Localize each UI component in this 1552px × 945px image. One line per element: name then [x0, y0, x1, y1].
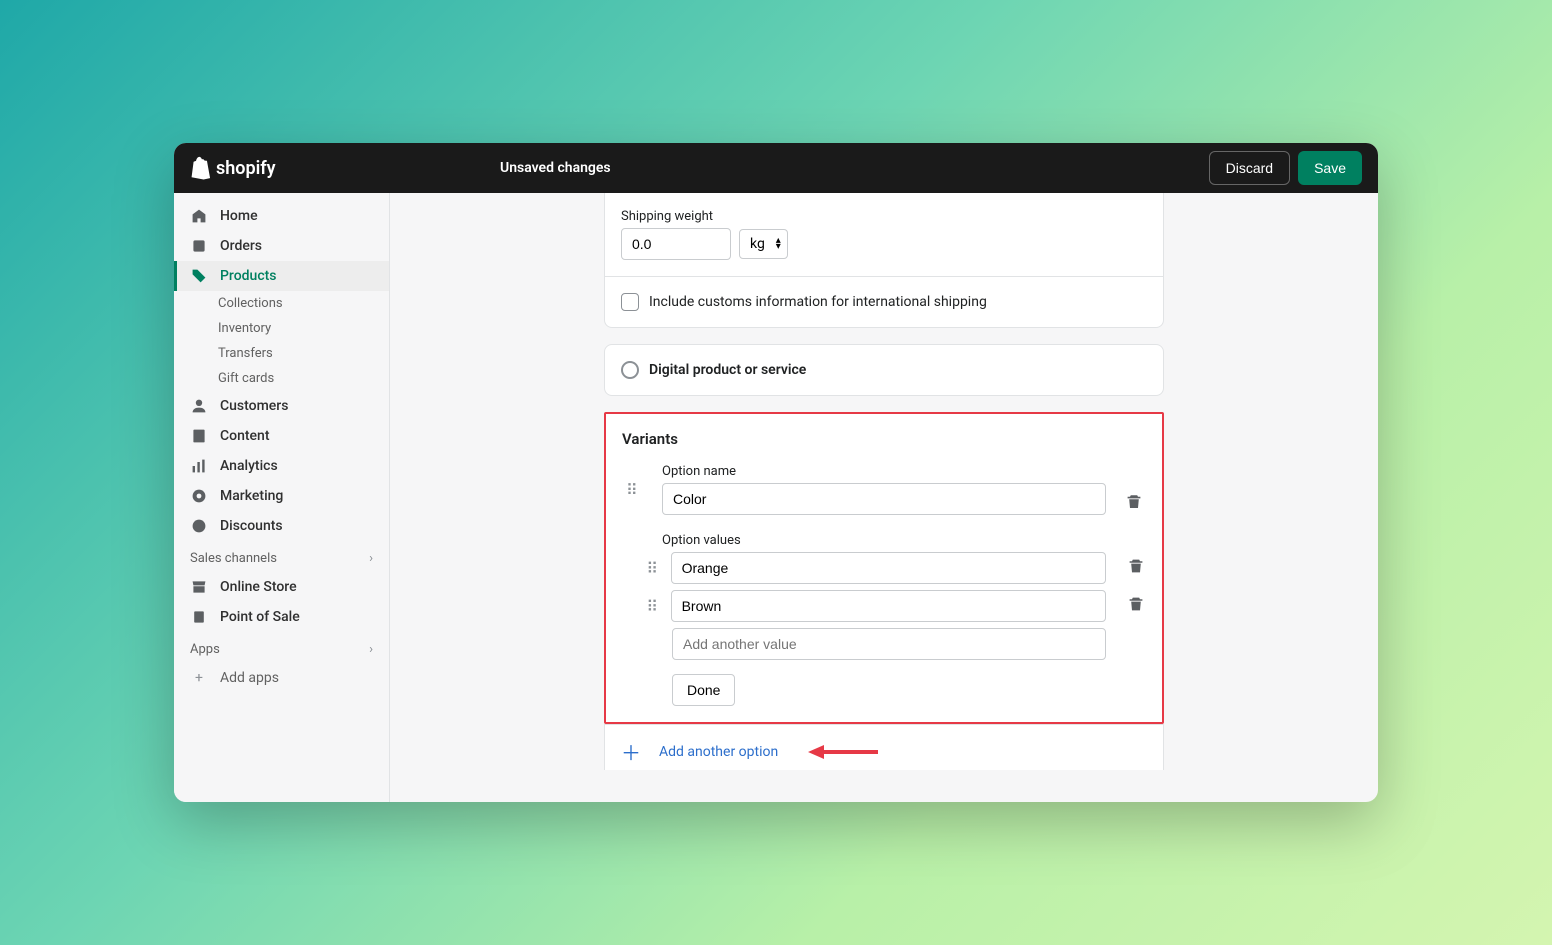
option-name-block: ⠿ Option name — [622, 464, 1146, 515]
chevron-right-icon: › — [369, 642, 373, 657]
store-icon — [190, 578, 208, 596]
weight-input[interactable] — [621, 228, 731, 260]
sidebar-item-pos[interactable]: Point of Sale — [174, 602, 389, 632]
pos-icon — [190, 608, 208, 626]
shipping-weight-label: Shipping weight — [621, 209, 1147, 224]
sidebar-item-label: Home — [220, 208, 258, 224]
drag-handle-icon[interactable]: ⠿ — [642, 597, 663, 616]
delete-option-icon[interactable] — [1126, 493, 1142, 513]
sidebar-item-label: Content — [220, 428, 270, 444]
home-icon — [190, 207, 208, 225]
shipping-section: Shipping weight kg ▴▾ — [605, 193, 1163, 276]
drag-handle-icon[interactable]: ⠿ — [642, 559, 663, 578]
sidebar-item-analytics[interactable]: Analytics — [174, 451, 389, 481]
sidebar-item-discounts[interactable]: Discounts — [174, 511, 389, 541]
add-option-link: Add another option — [659, 744, 778, 760]
sidebar-item-label: Marketing — [220, 488, 283, 504]
option-value-input[interactable] — [671, 552, 1106, 584]
sidebar-item-label: Add apps — [220, 670, 279, 686]
topbar-actions: Discard Save — [1209, 151, 1362, 185]
add-option-row[interactable]: ＋ Add another option — [604, 724, 1164, 770]
top-bar: shopify Unsaved changes Discard Save — [174, 143, 1378, 193]
shipping-card: Shipping weight kg ▴▾ Include cus — [604, 193, 1164, 328]
save-button[interactable]: Save — [1298, 151, 1362, 185]
orders-icon — [190, 237, 208, 255]
sidebar-item-label: Analytics — [220, 458, 278, 474]
plus-icon: + — [190, 669, 208, 687]
customers-icon — [190, 397, 208, 415]
checkbox-icon — [621, 293, 639, 311]
weight-unit-value: kg — [750, 236, 765, 252]
sidebar-item-marketing[interactable]: Marketing — [174, 481, 389, 511]
option-value-row — [642, 628, 1146, 660]
radio-icon — [621, 361, 639, 379]
customs-label: Include customs information for internat… — [649, 294, 987, 310]
sidebar-item-label: Orders — [220, 238, 262, 254]
option-name-label: Option name — [662, 464, 1106, 479]
sidebar-sub-collections[interactable]: Collections — [174, 291, 389, 316]
sidebar-item-products[interactable]: Products — [174, 261, 389, 291]
discard-button[interactable]: Discard — [1209, 151, 1290, 185]
unsaved-changes-label: Unsaved changes — [500, 160, 1209, 176]
sidebar-item-orders[interactable]: Orders — [174, 231, 389, 261]
weight-unit-select[interactable]: kg ▴▾ — [739, 229, 788, 259]
sidebar: Home Orders Products Collections Invento… — [174, 193, 390, 802]
option-values-label: Option values — [662, 533, 1146, 548]
drag-handle-icon[interactable]: ⠿ — [626, 480, 638, 499]
variants-title: Variants — [622, 430, 1146, 448]
apps-header[interactable]: Apps › — [174, 632, 389, 663]
sidebar-sub-transfers[interactable]: Transfers — [174, 341, 389, 366]
sidebar-item-content[interactable]: Content — [174, 421, 389, 451]
delete-value-icon[interactable] — [1128, 596, 1144, 616]
sales-channels-header[interactable]: Sales channels › — [174, 541, 389, 572]
sidebar-item-customers[interactable]: Customers — [174, 391, 389, 421]
sidebar-item-add-apps[interactable]: + Add apps — [174, 663, 389, 693]
products-icon — [190, 267, 208, 285]
digital-radio-row[interactable]: Digital product or service — [621, 361, 1147, 379]
digital-section: Digital product or service — [605, 345, 1163, 395]
customs-section: Include customs information for internat… — [605, 276, 1163, 327]
main-area: Home Orders Products Collections Invento… — [174, 193, 1378, 802]
variants-card: Variants ⠿ Option name Option values — [604, 412, 1164, 724]
app-window: shopify Unsaved changes Discard Save Hom… — [174, 143, 1378, 802]
content-icon — [190, 427, 208, 445]
analytics-icon — [190, 457, 208, 475]
delete-value-icon[interactable] — [1128, 558, 1144, 578]
sidebar-item-label: Customers — [220, 398, 288, 414]
sidebar-item-label: Products — [220, 268, 277, 284]
digital-label: Digital product or service — [649, 362, 806, 378]
sidebar-item-label: Point of Sale — [220, 609, 300, 625]
add-value-input[interactable] — [672, 628, 1106, 660]
sidebar-item-online-store[interactable]: Online Store — [174, 572, 389, 602]
discounts-icon — [190, 517, 208, 535]
sidebar-sub-inventory[interactable]: Inventory — [174, 316, 389, 341]
content-inner: Shipping weight kg ▴▾ Include cus — [604, 193, 1164, 782]
done-button[interactable]: Done — [672, 674, 735, 706]
sidebar-item-label: Discounts — [220, 518, 283, 534]
sidebar-item-home[interactable]: Home — [174, 201, 389, 231]
select-caret-icon: ▴▾ — [776, 238, 781, 250]
customs-checkbox-row[interactable]: Include customs information for internat… — [621, 293, 1147, 311]
sidebar-sub-gift-cards[interactable]: Gift cards — [174, 366, 389, 391]
option-name-input[interactable] — [662, 483, 1106, 515]
sidebar-item-label: Online Store — [220, 579, 297, 595]
brand-text: shopify — [216, 158, 276, 179]
plus-icon: ＋ — [621, 737, 641, 766]
arrow-annotation-icon — [808, 743, 878, 761]
marketing-icon — [190, 487, 208, 505]
variants-section: Variants ⠿ Option name Option values — [606, 414, 1162, 722]
content-area: Shipping weight kg ▴▾ Include cus — [390, 193, 1378, 802]
section-label: Apps — [190, 642, 220, 657]
shopify-logo[interactable]: shopify — [190, 156, 500, 180]
option-value-row: ⠿ — [642, 552, 1146, 584]
chevron-right-icon: › — [369, 551, 373, 566]
option-value-row: ⠿ — [642, 590, 1146, 622]
option-values-block: Option values ⠿ ⠿ — [622, 533, 1146, 706]
section-label: Sales channels — [190, 551, 277, 566]
option-value-input[interactable] — [671, 590, 1106, 622]
digital-card: Digital product or service — [604, 344, 1164, 396]
